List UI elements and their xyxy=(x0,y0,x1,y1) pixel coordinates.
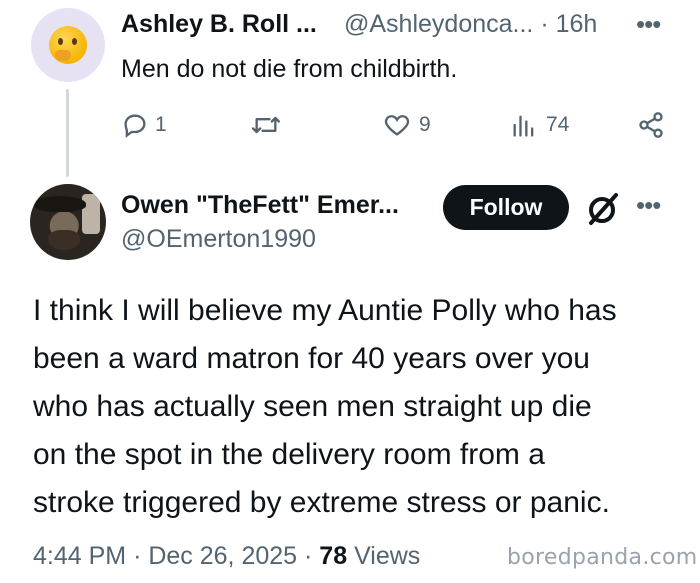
heart-icon xyxy=(384,115,410,136)
tweet-date[interactable]: Dec 26, 2025 xyxy=(148,542,297,570)
tweet-text-line: I think I will believe my Auntie Polly w… xyxy=(33,294,617,327)
thinking-face-icon xyxy=(49,26,87,64)
like-button[interactable]: 9 xyxy=(382,111,431,139)
tweet-metadata: 4:44 PM · Dec 26, 2025 · 78 Views xyxy=(33,542,420,571)
tweet-text-line: stroke triggered by extreme stress or pa… xyxy=(33,486,610,519)
repost-icon xyxy=(252,116,280,134)
tweet-text-line: who has actually seen men straight up di… xyxy=(33,390,592,423)
analytics-icon xyxy=(513,115,534,137)
tweet-time[interactable]: 4:44 PM xyxy=(33,542,126,570)
separator-dot: · xyxy=(133,542,142,570)
avatar[interactable] xyxy=(30,184,106,260)
watermark: boredpanda.com xyxy=(507,545,698,570)
like-count: 9 xyxy=(419,113,431,136)
follow-button[interactable]: Follow xyxy=(443,185,569,230)
avatar-face xyxy=(48,230,80,250)
separator-dot: · xyxy=(540,10,549,38)
thread-connector-line xyxy=(66,89,69,177)
separator-dot: · xyxy=(304,542,313,570)
author-handle-and-time[interactable]: @Ashleydonca... · 16h xyxy=(344,10,597,39)
tweet-text: I think I will believe my Auntie Polly w… xyxy=(33,287,683,527)
more-options-icon[interactable]: ••• xyxy=(636,190,661,221)
tweet-text-line: on the spot in the delivery room from a xyxy=(33,438,545,471)
author-name[interactable]: Owen "TheFett" Emer... xyxy=(121,191,399,220)
grok-icon[interactable] xyxy=(583,189,623,234)
views-label: Views xyxy=(354,542,421,570)
tweet-text-line: been a ward matron for 40 years over you xyxy=(33,342,590,375)
share-icon xyxy=(639,112,663,138)
author-handle[interactable]: @Ashleydonca... xyxy=(344,10,533,38)
views-count: 74 xyxy=(546,113,570,136)
author-name[interactable]: Ashley B. Roll ... xyxy=(121,10,317,39)
avatar-hat xyxy=(34,196,86,212)
views-button[interactable]: 74 xyxy=(510,111,569,139)
share-button[interactable] xyxy=(637,111,665,139)
views-count: 78 xyxy=(319,542,348,570)
reply-count: 1 xyxy=(155,113,167,136)
avatar-background xyxy=(82,194,100,234)
more-options-icon[interactable]: ••• xyxy=(636,9,661,40)
timestamp[interactable]: 16h xyxy=(556,10,598,38)
avatar[interactable] xyxy=(31,8,105,82)
repost-button[interactable] xyxy=(249,111,283,139)
reply-button[interactable]: 1 xyxy=(121,111,167,139)
author-handle[interactable]: @OEmerton1990 xyxy=(121,225,316,254)
reply-icon xyxy=(124,114,146,138)
tweet-text: Men do not die from childbirth. xyxy=(121,55,458,83)
